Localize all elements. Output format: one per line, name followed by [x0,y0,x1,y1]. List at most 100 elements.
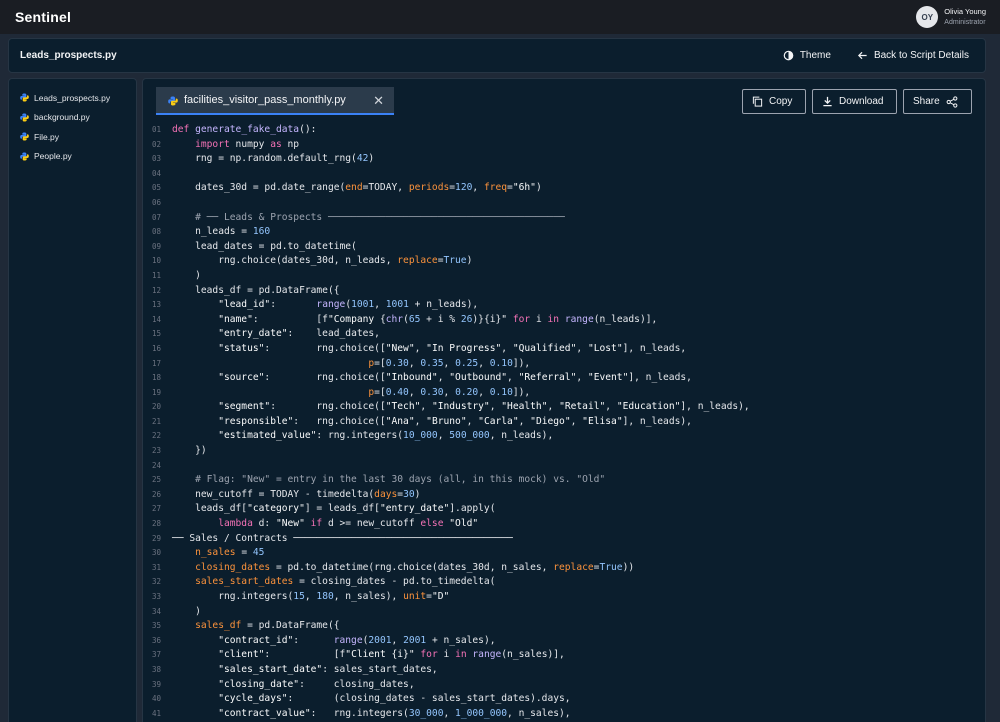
code-text: ) [172,605,201,620]
code-token: "lead_id" [172,299,271,311]
code-text: "source": rng.choice(["Inbound", "Outbou… [172,371,692,386]
code-token: : closing_dates, [299,678,415,690]
code-line: 24 [143,459,985,474]
code-token: rng = np.random.default_rng( [172,153,357,165]
code-token: : rng.integers( [310,707,409,719]
download-button[interactable]: Download [812,89,897,114]
code-token: =[ [374,357,386,369]
code-line: 11 ) [143,269,985,284]
theme-label: Theme [799,50,831,61]
code-token: days [374,488,398,500]
code-token: , [507,372,519,384]
sidebar-file-file[interactable]: File.py [20,127,136,147]
sidebar-file-background[interactable]: background.py [20,108,136,128]
code-token: end [345,182,363,194]
line-number: 30 [152,548,162,558]
code-text: lambda d: "New" if d >= new_cutoff else … [172,517,478,532]
line-number: 37 [152,650,162,660]
code-token: lead_dates = pd.to_datetime( [172,240,357,252]
code-text: "closing_date": closing_dates, [172,678,415,693]
code-line: 05 dates_30d = pd.date_range(end=TODAY, … [143,181,985,196]
code-token: "New" [385,342,415,354]
brand-logo[interactable]: Sentinel [15,9,71,25]
code-text: lead_dates = pd.to_datetime( [172,240,357,255]
line-number: 34 [152,606,162,616]
code-token: new_cutoff = TODAY - timedelta( [172,488,375,500]
sidebar-file-people[interactable]: People.py [20,147,136,167]
code-token: "contract_value" [172,707,311,719]
theme-toggle-button[interactable]: Theme [783,50,831,61]
code-token: (n_sales)], [501,649,565,661]
code-area[interactable]: 01 def generate_fake_data(): 02 import num… [143,123,985,721]
line-number: 13 [152,300,162,310]
code-token: rng.integers( [172,591,294,602]
code-token: 160 [252,226,271,238]
code-line: 14 "name": [f"Company {chr(65 + i % 26)}… [143,313,985,328]
line-number: 06 [152,197,162,207]
back-to-script-details-button[interactable]: Back to Script Details [857,50,969,61]
sidebar-file-leads-prospects[interactable]: Leads_prospects.py [20,88,136,108]
code-text: "status": rng.choice(["New", "In Progres… [172,342,686,357]
code-text: "contract_id": range(2001, 2001 + n_sale… [172,634,496,649]
code-line: 20 "segment": rng.choice(["Tech", "Indus… [143,400,985,415]
code-token: 26 [460,313,473,325]
code-token: generate_fake_data [195,124,300,135]
line-number: 36 [152,635,162,645]
code-line: 02 import numpy as np [143,138,985,153]
code-line: 39 "closing_date": closing_dates, [143,678,985,693]
line-number: 05 [152,183,162,193]
code-token: "closing_date" [172,678,300,690]
code-token: "name" [172,313,253,325]
user-menu[interactable]: OY Olivia Young Administrator [916,6,986,28]
code-line: 37 "client": [f"Client {i}" for i in ran… [143,648,985,663]
share-button[interactable]: Share [903,89,972,114]
code-token: = pd.to_datetime(rng.choice(dates_30d, n… [270,561,554,573]
code-text: sales_df = pd.DataFrame({ [172,619,339,634]
code-token: in [455,649,473,661]
code-token: ── Sales / Contracts ───────────────────… [172,532,513,544]
line-number: 25 [152,475,162,485]
line-number: 32 [152,577,162,587]
code-token: )) [622,561,635,573]
code-line: 25 # Flag: "New" = entry in the last 30 … [143,473,985,488]
python-file-icon [20,152,29,161]
code-line: 07 # ── Leads & Prospects ──────────────… [143,211,985,226]
code-text: n_sales = 45 [172,546,264,561]
code-token: , [304,591,317,602]
code-token: 0.30 [420,386,444,398]
code-token: sales_start_dates [172,576,294,588]
code-text: sales_start_dates = closing_dates - pd.t… [172,575,495,590]
code-text: "name": [f"Company {chr(65 + i % 26)}{i}… [172,313,657,328]
avatar[interactable]: OY [916,6,939,28]
code-token: 1001 [351,299,375,311]
copy-button[interactable]: Copy [742,89,806,114]
code-editor: facilities_visitor_pass_monthly.py ✕ Cop… [142,78,986,722]
tab-active-file[interactable]: facilities_visitor_pass_monthly.py ✕ [156,87,394,115]
code-line: 38 "sales_start_date": sales_start_dates… [143,663,985,678]
line-number: 27 [152,504,162,514]
code-token: True [599,561,623,573]
code-text: "lead_id": range(1001, 1001 + n_leads), [172,298,478,313]
sidebar-file-label: People.py [34,151,72,162]
code-token: 42 [356,153,369,165]
code-token: 180 [316,591,334,602]
code-token: def [172,124,196,135]
line-number: 24 [152,460,162,470]
close-icon[interactable]: ✕ [373,94,384,107]
code-token: "Referral" [518,372,577,384]
code-line: 01 def generate_fake_data(): [143,123,985,138]
python-file-icon [20,93,29,102]
code-token: d: [258,518,276,530]
code-token: , [576,342,588,354]
code-token: + n_sales), [426,634,496,646]
code-token: + n_leads), [408,299,479,311]
code-token: 500_000 [449,430,490,442]
code-token: = [235,547,253,559]
code-token: n_sales [172,547,236,559]
code-token: , [437,372,450,384]
code-text: # ── Leads & Prospects ─────────────────… [172,211,565,226]
code-token: 0.10 [489,386,513,398]
code-line: 22 "estimated_value": rng.integers(10_00… [143,429,985,444]
code-token: , n_sales), [507,707,571,719]
